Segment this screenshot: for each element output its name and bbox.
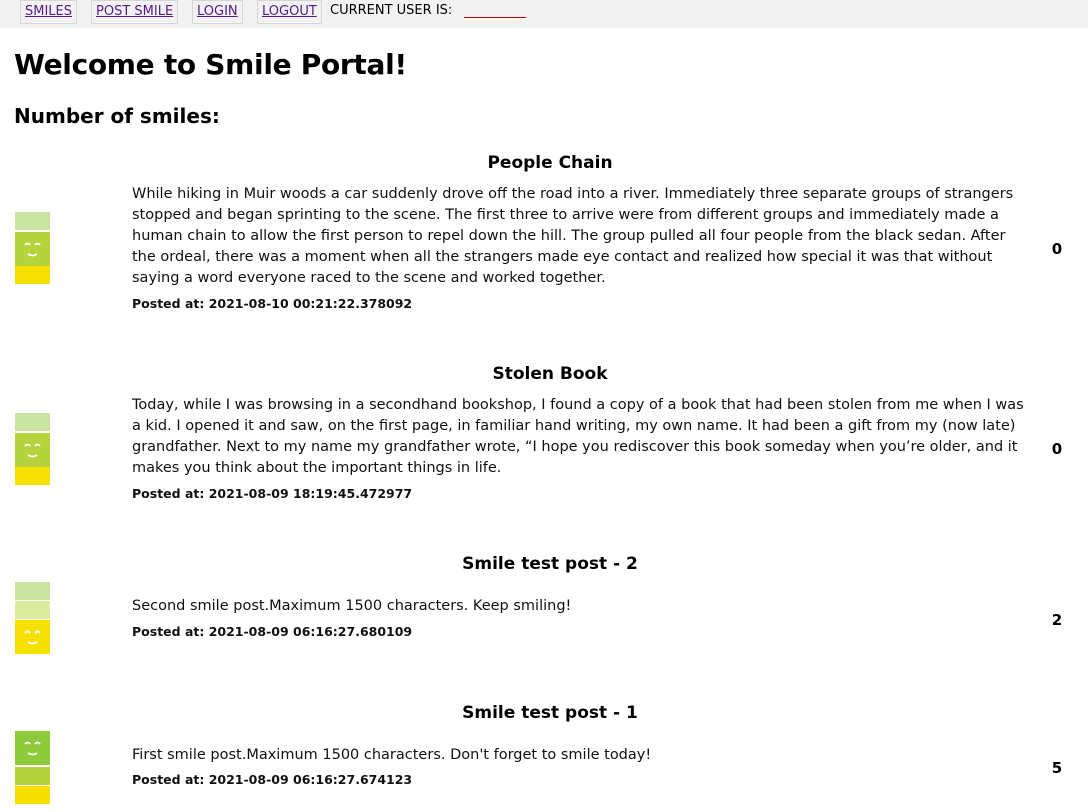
smiley-face-icon (15, 232, 50, 266)
meter-segment (15, 467, 50, 485)
post-date: Posted at: 2021-08-09 18:19:45.472977 (132, 486, 413, 501)
post-body: Today, while I was browsing in a secondh… (132, 397, 1024, 476)
current-user-underline (464, 17, 526, 18)
page-title: Welcome to Smile Portal! (14, 48, 407, 81)
post-title: People Chain (487, 153, 613, 173)
post-title: Smile test post - 1 (462, 703, 638, 723)
meter-segment (15, 413, 50, 431)
nav-link-logout[interactable]: LOGOUT (257, 0, 322, 24)
smile-count: 0 (1051, 240, 1063, 258)
post-date: Posted at: 2021-08-09 06:16:27.674123 (132, 772, 413, 787)
post-body: Second smile post.Maximum 1500 character… (132, 598, 572, 614)
meter-segment (15, 266, 50, 284)
meter-segment (15, 767, 50, 785)
post-body: While hiking in Muir woods a car suddenl… (132, 186, 1014, 286)
meter-segment (15, 786, 50, 804)
current-user-label: CURRENT USER IS: (330, 3, 453, 18)
nav-link-post-smile[interactable]: POST SMILE (91, 0, 179, 24)
smile-count: 0 (1051, 440, 1063, 458)
smile-count: 2 (1051, 611, 1063, 629)
meter-segment (15, 582, 50, 600)
smiley-face-icon (15, 433, 50, 467)
meter-segment (15, 601, 50, 619)
page-subtitle: Number of smiles: (14, 104, 220, 128)
meter-segment (15, 212, 50, 230)
smiley-face-icon (15, 731, 50, 765)
smile-count: 5 (1051, 759, 1063, 777)
post-date: Posted at: 2021-08-10 00:21:22.378092 (132, 296, 413, 311)
post-body: First smile post.Maximum 1500 characters… (132, 747, 652, 763)
nav-link-smiles[interactable]: SMILES (20, 0, 78, 24)
smiley-face-icon (15, 620, 50, 654)
post-title: Smile test post - 2 (462, 554, 638, 574)
post-title: Stolen Book (492, 364, 608, 384)
post-date: Posted at: 2021-08-09 06:16:27.680109 (132, 624, 413, 639)
top-nav-bar: SMILES POST SMILE LOGIN LOGOUT CURRENT U… (0, 0, 1088, 28)
nav-link-login[interactable]: LOGIN (192, 0, 243, 24)
